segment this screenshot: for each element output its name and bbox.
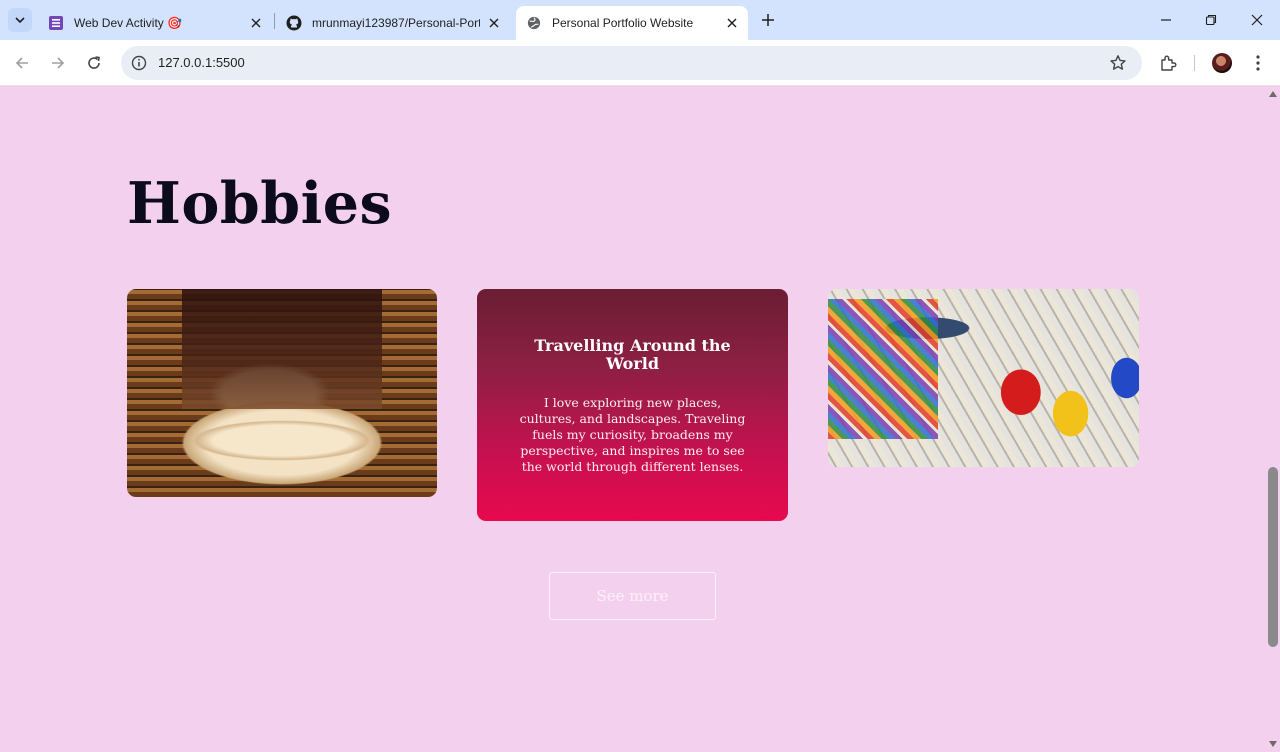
globe-icon [526,15,542,31]
tab-title: Web Dev Activity 🎯 [74,16,183,30]
scroll-down-arrow-icon[interactable] [1269,741,1277,747]
minimize-button[interactable] [1154,8,1178,32]
address-bar[interactable]: 127.0.0.1:5500 [121,46,1142,80]
tab-divider [274,13,275,29]
hobby-card-title: Travelling Around the World [534,336,731,373]
scroll-up-arrow-icon[interactable] [1269,91,1277,97]
see-more-button[interactable]: See more [549,572,716,620]
browser-toolbar: 127.0.0.1:5500 [0,40,1280,86]
close-tab-icon[interactable] [248,15,264,31]
more-vertical-icon [1256,55,1260,71]
extensions-button[interactable] [1156,51,1180,75]
restore-icon [1205,14,1217,26]
close-tab-icon[interactable] [486,15,502,31]
scrollbar-track[interactable] [1266,87,1280,752]
reload-button[interactable] [82,51,106,75]
tab-github-repo[interactable]: mrunmayi123987/Personal-Portfolio [276,6,510,40]
scrollbar-thumb[interactable] [1268,467,1278,647]
tab-strip: Web Dev Activity 🎯 mrunmayi123987/Person… [0,0,1280,40]
tab-title: mrunmayi123987/Personal-Portfolio [312,16,480,30]
bookmark-star-icon[interactable] [1108,53,1128,73]
restore-button[interactable] [1199,8,1223,32]
forms-icon [48,15,64,31]
close-icon [1251,14,1263,26]
close-window-button[interactable] [1245,8,1269,32]
hobby-card-travelling[interactable]: Travelling Around the World I love explo… [477,289,788,521]
plus-icon [762,14,774,26]
close-tab-icon[interactable] [724,15,740,31]
arrow-left-icon [15,57,28,69]
site-info-icon[interactable] [129,53,149,73]
toolbar-divider [1194,55,1195,71]
github-icon [286,15,302,31]
url-text[interactable]: 127.0.0.1:5500 [158,55,245,70]
arrow-right-icon [52,57,65,69]
browser-menu-button[interactable] [1246,51,1270,75]
hobby-card-reading[interactable] [127,289,437,497]
tab-personal-portfolio[interactable]: Personal Portfolio Website [516,6,748,40]
puzzle-icon [1161,55,1177,71]
forward-button[interactable] [46,51,70,75]
profile-avatar[interactable] [1212,53,1232,73]
back-button[interactable] [10,51,34,75]
minimize-icon [1161,19,1171,21]
reload-icon [88,56,100,69]
hobby-card-description: I love exploring new places, cultures, a… [519,395,746,474]
chevron-down-icon [15,17,25,24]
hobby-card-painting[interactable] [828,289,1139,467]
tab-search-button[interactable] [8,8,32,32]
hobbies-heading: Hobbies [127,170,393,237]
tab-web-dev-activity[interactable]: Web Dev Activity 🎯 [38,6,272,40]
page-viewport: Hobbies Travelling Around the World I lo… [0,87,1266,752]
new-tab-button[interactable] [756,8,780,32]
tab-title: Personal Portfolio Website [552,16,694,30]
